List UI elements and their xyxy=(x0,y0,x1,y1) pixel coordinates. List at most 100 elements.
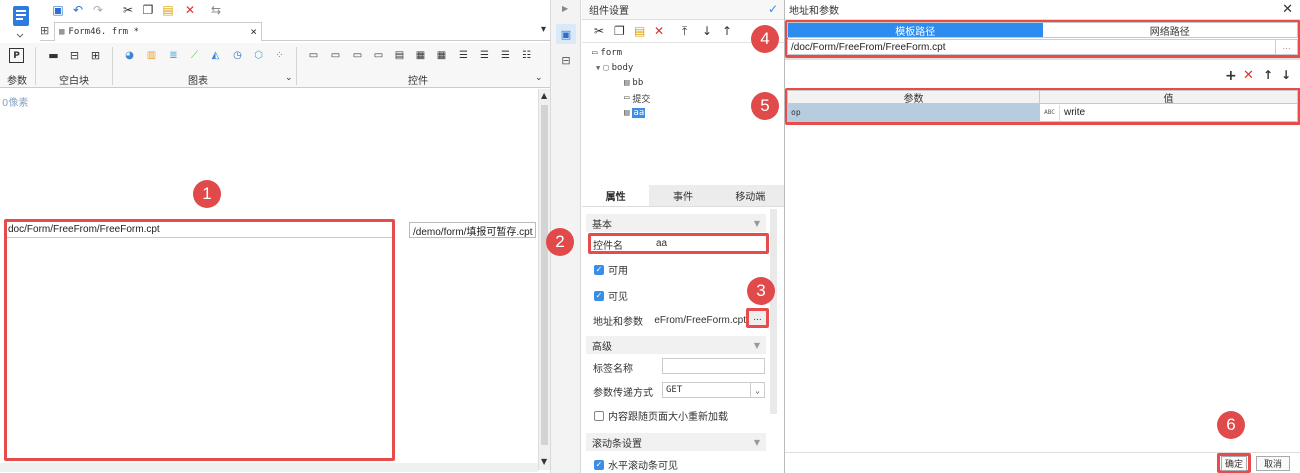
line-chart-icon[interactable]: ⟋ xyxy=(187,48,202,63)
close-icon[interactable]: × xyxy=(250,25,257,38)
param-value-cell[interactable]: ABC write xyxy=(1040,104,1297,121)
ok-button[interactable]: 确定 xyxy=(1221,456,1247,471)
hscroll-checkbox[interactable]: ✓ 水平滚动条可见 xyxy=(594,457,678,472)
settings-tabs: 属性 事件 移动端 xyxy=(582,185,784,207)
layout-icon[interactable]: ⊟ xyxy=(556,50,576,70)
tab-template-path[interactable]: 模板路径 xyxy=(788,23,1043,38)
param-name-cell[interactable]: op xyxy=(788,104,1040,121)
blank-block-icon[interactable]: ▬ xyxy=(46,48,61,63)
app-logo-icon[interactable] xyxy=(2,3,36,41)
close-icon[interactable]: ✕ xyxy=(1282,2,1293,17)
section-advanced[interactable]: 高级 ▼ xyxy=(586,336,766,354)
tree-node-body[interactable]: ▼ ▢ body xyxy=(596,61,633,75)
panel-scrollbar[interactable] xyxy=(770,209,777,414)
grid-block-icon[interactable]: ⊞ xyxy=(88,48,103,63)
tree-widget-icon[interactable]: ☷ xyxy=(519,48,534,63)
visible-checkbox[interactable]: ✓ 可见 xyxy=(594,288,628,303)
address-input[interactable]: eFrom/FreeForm.cpt xyxy=(652,312,748,328)
param-method-select[interactable]: GET ⌄ xyxy=(662,382,765,398)
widget-settings-icon[interactable]: ▣ xyxy=(556,24,576,44)
checkbox-group-icon[interactable]: ☰ xyxy=(456,48,471,63)
scatter-chart-icon[interactable]: ⁘ xyxy=(272,48,287,63)
cut-icon[interactable]: ✂ xyxy=(594,24,604,38)
tree-node-form[interactable]: ▭ form xyxy=(592,46,622,60)
dialog-title: 地址和参数 xyxy=(789,6,839,17)
tab-properties[interactable]: 属性 xyxy=(582,185,650,206)
section-scroll[interactable]: 滚动条设置 ▼ xyxy=(586,433,766,451)
frame-widget-highlight[interactable]: doc/Form/FreeFrom/FreeForm.cpt xyxy=(4,219,395,461)
tab-mobile[interactable]: 移动端 xyxy=(717,185,784,206)
ruler-label: 0像素 xyxy=(2,98,29,109)
confirm-check-icon[interactable]: ✓ xyxy=(768,2,778,16)
tree-node-bb[interactable]: ▤ bb xyxy=(624,76,643,90)
tree-node-submit[interactable]: ▭ 提交 xyxy=(624,91,650,105)
move-up-icon[interactable]: ↑ xyxy=(1263,68,1273,82)
section-basic[interactable]: 基本 ▼ xyxy=(586,214,766,232)
move-down-icon[interactable]: ↓ xyxy=(702,24,712,38)
swap-icon[interactable]: ⇆ xyxy=(208,2,224,18)
gauge-chart-icon[interactable]: ◷ xyxy=(230,48,245,63)
scroll-thumb[interactable] xyxy=(541,105,548,445)
radar-chart-icon[interactable]: ⬡ xyxy=(251,48,266,63)
paste-icon[interactable]: ▤ xyxy=(634,24,645,38)
copy-icon[interactable]: ❐ xyxy=(614,24,625,38)
tab-network-path[interactable]: 网络路径 xyxy=(1043,23,1298,38)
scroll-down-icon[interactable]: ▼ xyxy=(541,457,547,466)
tag-name-input[interactable] xyxy=(662,358,765,374)
widget-name-input[interactable]: aa xyxy=(653,235,765,251)
date-widget-icon[interactable]: ▦ xyxy=(413,48,428,63)
checkbox-empty-icon xyxy=(594,410,604,421)
number-widget-icon[interactable]: ▦ xyxy=(434,48,449,63)
browse-button[interactable]: ... xyxy=(1275,40,1297,54)
collapse-arrow-icon[interactable]: ▶ xyxy=(562,4,568,13)
tab-events[interactable]: 事件 xyxy=(649,185,716,206)
cut-icon[interactable]: ✂ xyxy=(120,2,136,18)
save-icon[interactable]: ▣ xyxy=(50,2,66,18)
radio-group-icon[interactable]: ☰ xyxy=(477,48,492,63)
undo-icon[interactable]: ↶ xyxy=(70,2,86,18)
list-widget-icon[interactable]: ☰ xyxy=(498,48,513,63)
reload-checkbox[interactable]: 内容跟随页面大小重新加载 xyxy=(594,408,728,423)
cancel-button[interactable]: 取消 xyxy=(1256,456,1290,471)
param-icon[interactable]: P xyxy=(9,48,24,63)
frame-widget-2[interactable]: /demo/form/填报可暂存.cpt xyxy=(409,222,536,238)
grid-icon[interactable]: ⊞ xyxy=(40,24,49,37)
delete-icon[interactable]: ✕ xyxy=(1243,68,1254,83)
label-widget-icon[interactable]: ▭ xyxy=(350,48,365,63)
enabled-checkbox[interactable]: ✓ 可用 xyxy=(594,262,628,277)
horizontal-scrollbar[interactable] xyxy=(0,463,538,472)
textarea-widget-icon[interactable]: ▭ xyxy=(371,48,386,63)
vertical-scrollbar[interactable]: ▲ ▼ xyxy=(538,89,550,470)
bar-chart-icon[interactable]: ▥ xyxy=(144,48,159,63)
area-chart-icon[interactable]: ◭ xyxy=(208,48,223,63)
move-down-icon[interactable]: ↓ xyxy=(1281,68,1291,82)
add-icon[interactable]: + xyxy=(1225,68,1237,84)
address-edit-button[interactable]: ... xyxy=(746,308,769,328)
text-widget-icon[interactable]: ▭ xyxy=(306,48,321,63)
button-widget-icon[interactable]: ▭ xyxy=(328,48,343,63)
move-top-icon[interactable]: ⤒ xyxy=(682,24,687,39)
chevron-down-icon[interactable]: ⌄ xyxy=(535,73,543,83)
tag-name-label: 标签名称 xyxy=(593,364,633,375)
chevron-down-icon[interactable]: ⌄ xyxy=(750,383,764,397)
move-up-icon[interactable]: ↑ xyxy=(722,24,732,38)
copy-icon[interactable]: ❐ xyxy=(140,2,156,18)
split-block-icon[interactable]: ⊟ xyxy=(67,48,82,63)
path-input[interactable]: /doc/Form/FreeFrom/FreeForm.cpt ... xyxy=(787,39,1298,55)
dialog-footer: 确定 取消 xyxy=(785,452,1300,473)
stacked-chart-icon[interactable]: ≣ xyxy=(166,48,181,63)
paste-icon[interactable]: ▤ xyxy=(160,2,176,18)
scroll-up-icon[interactable]: ▲ xyxy=(541,91,547,100)
chevron-down-icon[interactable]: ⌄ xyxy=(285,73,293,83)
delete-icon[interactable]: ✕ xyxy=(182,2,198,18)
table-row[interactable]: op ABC write xyxy=(787,104,1298,122)
tree-node-aa[interactable]: ▤ aa xyxy=(624,106,646,120)
tab-menu-icon[interactable]: ▾ xyxy=(541,24,546,35)
value-type-icon[interactable]: ABC xyxy=(1040,104,1060,121)
table-widget-icon[interactable]: ▤ xyxy=(392,48,407,63)
redo-icon[interactable]: ↷ xyxy=(90,2,106,18)
tab-form46[interactable]: ▦ Form46. frm * × xyxy=(54,22,262,41)
delete-icon[interactable]: ✕ xyxy=(654,24,664,38)
pie-chart-icon[interactable]: ◕ xyxy=(122,48,137,63)
expand-icon[interactable]: ▼ xyxy=(596,64,600,72)
